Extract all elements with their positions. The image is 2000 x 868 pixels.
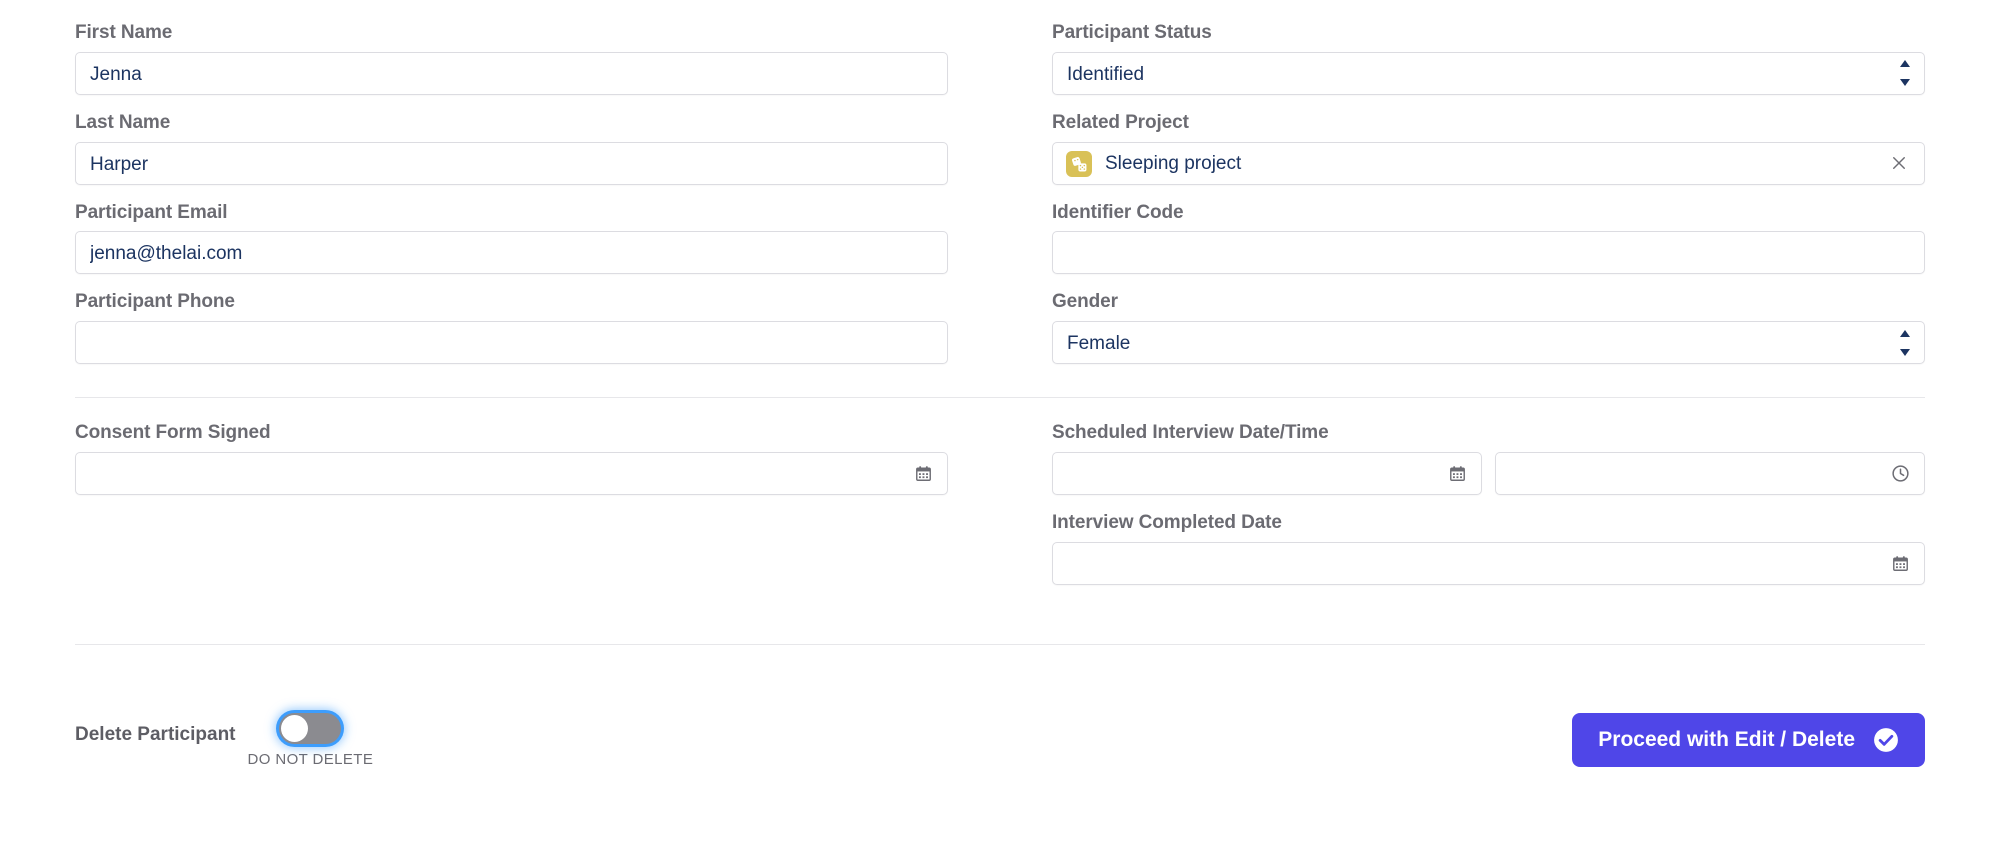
toggle-knob bbox=[281, 714, 309, 742]
field-participant-status: Participant Status Identified bbox=[1052, 22, 1925, 95]
participant-email-input[interactable]: jenna@thelai.com bbox=[75, 231, 948, 275]
gender-select[interactable]: Female bbox=[1052, 321, 1925, 365]
section-divider-1 bbox=[75, 397, 1925, 399]
field-related-project: Related Project Sleeping project bbox=[1052, 112, 1925, 185]
delete-toggle-wrap: DO NOT DELETE bbox=[247, 712, 374, 768]
section-divider-2 bbox=[75, 643, 1925, 645]
participant-email-label: Participant Email bbox=[75, 201, 228, 223]
last-name-value: Harper bbox=[90, 153, 149, 175]
identifier-code-input[interactable] bbox=[1052, 231, 1925, 275]
participant-phone-input[interactable] bbox=[75, 321, 948, 365]
related-project-label: Related Project bbox=[1052, 111, 1189, 133]
scheduled-interview-pair bbox=[1052, 451, 1925, 495]
scheduled-interview-time-input[interactable] bbox=[1495, 451, 1925, 495]
calendar-icon[interactable] bbox=[1447, 463, 1467, 483]
delete-participant-group: Delete Participant DO NOT DELETE bbox=[75, 712, 374, 768]
close-icon[interactable] bbox=[1889, 153, 1909, 173]
delete-participant-toggle[interactable] bbox=[279, 712, 342, 744]
first-name-value: Jenna bbox=[90, 63, 142, 85]
chevron-down-icon bbox=[1900, 79, 1910, 87]
last-name-input[interactable]: Harper bbox=[75, 141, 948, 185]
date-right-column: Scheduled Interview Date/Time Interview … bbox=[1000, 422, 1925, 602]
stepper-arrows-icon[interactable] bbox=[1899, 60, 1911, 87]
date-fields-row: Consent Form Signed Scheduled Interview … bbox=[0, 422, 2000, 602]
last-name-label: Last Name bbox=[75, 111, 171, 133]
field-last-name: Last Name Harper bbox=[75, 112, 948, 185]
participant-status-select[interactable]: Identified bbox=[1052, 51, 1925, 95]
left-column: First Name Jenna Last Name Harper Partic… bbox=[75, 22, 1000, 381]
dice-icon bbox=[1066, 151, 1092, 178]
right-column: Participant Status Identified Related Pr… bbox=[1000, 22, 1925, 381]
field-identifier-code: Identifier Code bbox=[1052, 202, 1925, 275]
interview-completed-date-input[interactable] bbox=[1052, 541, 1925, 585]
field-gender: Gender Female bbox=[1052, 291, 1925, 365]
chevron-down-icon bbox=[1900, 348, 1910, 356]
stepper-arrows-icon[interactable] bbox=[1899, 329, 1911, 356]
chevron-up-icon bbox=[1900, 60, 1910, 68]
field-first-name: First Name Jenna bbox=[75, 22, 948, 95]
scheduled-interview-label: Scheduled Interview Date/Time bbox=[1052, 422, 1329, 444]
first-name-input[interactable]: Jenna bbox=[75, 51, 948, 95]
chevron-up-icon bbox=[1900, 329, 1910, 337]
related-project-chip: Sleeping project bbox=[1066, 143, 1241, 186]
participant-phone-label: Participant Phone bbox=[75, 291, 235, 313]
participant-edit-form: First Name Jenna Last Name Harper Partic… bbox=[0, 0, 2000, 868]
participant-status-label: Participant Status bbox=[1052, 22, 1212, 43]
toggle-state-caption: DO NOT DELETE bbox=[247, 750, 374, 768]
proceed-with-edit-delete-button[interactable]: Proceed with Edit / Delete bbox=[1572, 712, 1925, 767]
form-footer: Delete Participant DO NOT DELETE Proceed… bbox=[0, 712, 2000, 768]
interview-completed-date-label: Interview Completed Date bbox=[1052, 511, 1282, 533]
top-spacer bbox=[0, 0, 2000, 22]
participant-email-value: jenna@thelai.com bbox=[90, 243, 243, 265]
field-participant-email: Participant Email jenna@thelai.com bbox=[75, 202, 948, 275]
field-interview-completed-date: Interview Completed Date bbox=[1052, 512, 1925, 585]
related-project-input[interactable]: Sleeping project bbox=[1052, 141, 1925, 186]
participant-status-value: Identified bbox=[1067, 63, 1145, 85]
field-scheduled-interview: Scheduled Interview Date/Time bbox=[1052, 422, 1925, 495]
check-circle-icon bbox=[1873, 727, 1899, 753]
gender-label: Gender bbox=[1052, 291, 1118, 313]
delete-participant-label: Delete Participant bbox=[75, 723, 236, 745]
primary-fields-row: First Name Jenna Last Name Harper Partic… bbox=[0, 22, 2000, 381]
consent-form-signed-label: Consent Form Signed bbox=[75, 422, 271, 444]
calendar-icon[interactable] bbox=[1890, 553, 1910, 573]
scheduled-interview-date-input[interactable] bbox=[1052, 451, 1482, 495]
proceed-button-label: Proceed with Edit / Delete bbox=[1598, 727, 1855, 751]
date-left-column: Consent Form Signed bbox=[75, 422, 1000, 602]
related-project-value: Sleeping project bbox=[1105, 153, 1242, 175]
field-participant-phone: Participant Phone bbox=[75, 291, 948, 365]
identifier-code-label: Identifier Code bbox=[1052, 201, 1184, 223]
field-consent-form-signed: Consent Form Signed bbox=[75, 422, 948, 495]
consent-form-signed-input[interactable] bbox=[75, 451, 948, 495]
gender-value: Female bbox=[1067, 333, 1131, 355]
first-name-label: First Name bbox=[75, 22, 173, 43]
calendar-icon[interactable] bbox=[913, 463, 933, 483]
clock-icon[interactable] bbox=[1890, 463, 1910, 483]
